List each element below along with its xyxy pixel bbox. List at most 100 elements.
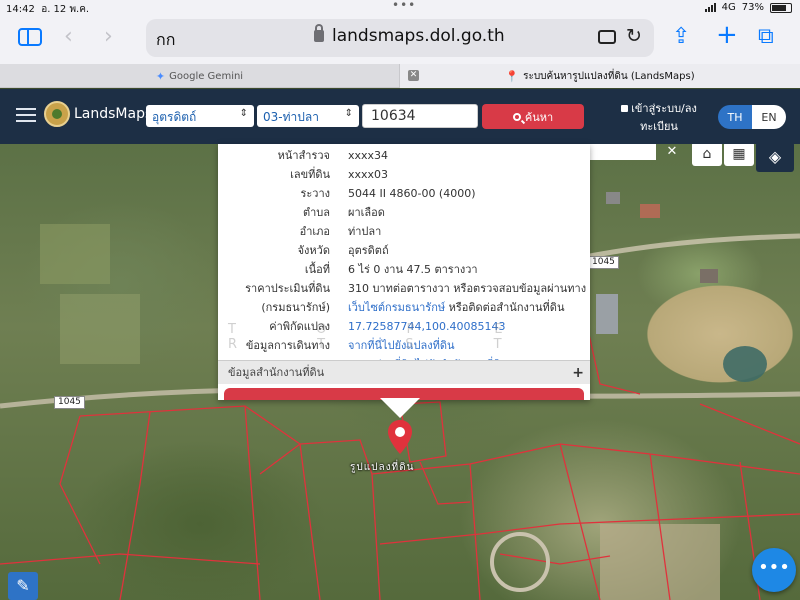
ellipsis-icon[interactable]: ••• bbox=[752, 548, 796, 592]
info-key: ข้อมูลการเดินทาง bbox=[245, 339, 330, 352]
search-icon bbox=[512, 112, 521, 121]
search-label: ค้นหา bbox=[524, 110, 554, 124]
info-value: 6 ไร่ 0 งาน 47.5 ตารางวา bbox=[348, 263, 478, 276]
sidebar-icon[interactable] bbox=[18, 28, 42, 46]
tabs-icon[interactable]: ⧉ bbox=[758, 26, 774, 48]
section-label: ข้อมูลสำนักงานที่ดิน bbox=[228, 366, 325, 379]
info-row: หน้าสำรวจ xxxx34 bbox=[218, 146, 590, 165]
lang-th-button[interactable]: TH bbox=[718, 105, 752, 129]
info-row: ตำบล ผาเลือด bbox=[218, 203, 590, 222]
chevron-updown-icon: ⇕ bbox=[344, 108, 353, 119]
popup-pointer bbox=[380, 398, 420, 418]
info-value: 310 บาทต่อตารางวา หรือตรวจสอบข้อมูลผ่านท… bbox=[348, 282, 587, 295]
chevron-left-icon[interactable]: ‹ bbox=[64, 26, 73, 48]
info-key: เลขที่ดิน bbox=[290, 168, 330, 181]
measure-tool-icon[interactable]: ✎ bbox=[8, 572, 38, 600]
lang-en-button[interactable]: EN bbox=[752, 105, 786, 129]
parcel-info-table: หน้าสำรวจ xxxx34 เลขที่ดิน xxxx03 ระวาง 504… bbox=[218, 146, 590, 374]
tab-google-gemini[interactable]: ✦ Google Gemini bbox=[0, 64, 400, 88]
info-value: อุตรดิตถ์ bbox=[348, 244, 389, 257]
status-bar: 14:42 อ. 12 พ.ค. ••• 4G 73% bbox=[0, 0, 800, 16]
lock-icon bbox=[621, 105, 629, 112]
map-pin-icon[interactable] bbox=[388, 420, 412, 454]
road-number-label: 1045 bbox=[54, 396, 85, 409]
landsmaps-header: LandsMaps อุตรดิตถ์ ⇕ 03-ท่าปลา ⇕ 10634 … bbox=[0, 89, 800, 144]
info-row: อำเภอ ท่าปลา bbox=[218, 222, 590, 241]
info-value: ท่าปลา bbox=[348, 225, 382, 238]
status-time: 14:42 อ. 12 พ.ค. bbox=[6, 4, 90, 15]
info-row: เนื้อที่ 6 ไร่ 0 งาน 47.5 ตารางวา bbox=[218, 260, 590, 279]
info-row: ค่าพิกัดแปลง 17.72587744,100.40085143 bbox=[218, 317, 590, 336]
signal-icon bbox=[704, 3, 716, 12]
reload-icon[interactable]: ↻ bbox=[626, 25, 642, 47]
info-value: 5044 II 4860-00 (4000) bbox=[348, 187, 476, 200]
coordinates-link[interactable]: 17.72587744,100.40085143 bbox=[348, 317, 505, 336]
info-value: ผาเลือด bbox=[348, 206, 385, 219]
info-key: ตำบล bbox=[302, 206, 330, 219]
login-link[interactable]: เข้าสู่ระบบ/ลงทะเบียน bbox=[614, 100, 704, 136]
brand-name: LandsMaps bbox=[74, 106, 153, 122]
layers-icon[interactable]: ◈ bbox=[756, 144, 794, 172]
province-value: อุตรดิตถ์ bbox=[152, 110, 197, 124]
search-button[interactable]: ค้นหา bbox=[482, 104, 584, 129]
district-value: 03-ท่าปลา bbox=[263, 110, 319, 124]
info-value-rest: หรือติดต่อสำนักงานที่ดิน bbox=[445, 301, 565, 314]
info-row: ระวาง 5044 II 4860-00 (4000) bbox=[218, 184, 590, 203]
district-select[interactable]: 03-ท่าปลา ⇕ bbox=[257, 105, 359, 127]
tab-strip: ✦ Google Gemini ✕ 📍 ระบบค้นหารูปแปลงที่ด… bbox=[0, 64, 800, 88]
share-icon[interactable]: ⇪ bbox=[672, 26, 690, 48]
info-key: หน้าสำรวจ bbox=[277, 149, 330, 162]
parcel-label: รูปแปลงที่ดิน bbox=[350, 462, 415, 473]
plus-icon[interactable]: + bbox=[716, 22, 738, 48]
tab-label: Google Gemini bbox=[169, 70, 244, 82]
info-row: ข้อมูลการเดินทาง จากที่นี่ไปยังแปลงที่ดิน bbox=[218, 336, 590, 355]
info-value: xxxx34 bbox=[348, 149, 389, 162]
reader-button[interactable]: กก bbox=[156, 28, 175, 53]
lock-icon bbox=[314, 24, 324, 42]
info-key: ค่าพิกัดแปลง bbox=[269, 320, 330, 333]
info-row: ราคาประเมินที่ดิน 310 บาทต่อตารางวา หรือต… bbox=[218, 279, 590, 298]
info-value: เว็บไซต์กรมธนารักษ์ หรือติดต่อสำนักงานที… bbox=[348, 298, 564, 317]
battery-icon bbox=[770, 2, 792, 13]
login-label: เข้าสู่ระบบ/ลงทะเบียน bbox=[631, 102, 697, 133]
info-value: xxxx03 bbox=[348, 168, 389, 181]
multitasking-dots-icon[interactable]: ••• bbox=[392, 0, 416, 12]
info-row: จังหวัด อุตรดิตถ์ bbox=[218, 241, 590, 260]
info-key: (กรมธนารักษ์) bbox=[261, 301, 330, 314]
close-icon[interactable]: ✕ bbox=[660, 144, 684, 160]
language-toggle[interactable]: TH EN bbox=[718, 105, 786, 129]
parcel-number-input[interactable]: 10634 bbox=[362, 104, 478, 128]
info-row: (กรมธนารักษ์) เว็บไซต์กรมธนารักษ์ หรือติด… bbox=[218, 298, 590, 317]
department-logo bbox=[44, 101, 70, 127]
info-row: เลขที่ดิน xxxx03 bbox=[218, 165, 590, 184]
close-tab-icon[interactable]: ✕ bbox=[408, 70, 419, 81]
chevron-right-icon[interactable]: › bbox=[104, 26, 113, 48]
info-key: อำเภอ bbox=[299, 225, 330, 238]
gemini-icon: ✦ bbox=[155, 69, 166, 83]
network-label: 4G bbox=[721, 2, 736, 13]
address-bar[interactable]: กก landsmaps.dol.go.th ↻ bbox=[146, 19, 654, 57]
road-number-label: 1045 bbox=[588, 256, 619, 269]
info-key: เนื้อที่ bbox=[304, 263, 330, 276]
province-select[interactable]: อุตรดิตถ์ ⇕ bbox=[146, 105, 254, 127]
directions-to-parcel-link[interactable]: จากที่นี่ไปยังแปลงที่ดิน bbox=[348, 336, 454, 355]
chevron-updown-icon: ⇕ bbox=[239, 108, 248, 119]
home-icon[interactable]: ⌂ bbox=[692, 144, 722, 166]
battery-percent: 73% bbox=[741, 2, 764, 13]
parcel-info-popup: หน้าสำรวจ xxxx34 เลขที่ดิน xxxx03 ระวาง 504… bbox=[218, 144, 590, 400]
expand-plus-icon[interactable]: + bbox=[572, 361, 584, 385]
map-pin-icon: 📍 bbox=[505, 69, 520, 83]
tab-label: ระบบค้นหารูปแปลงที่ดิน (LandsMaps) bbox=[523, 70, 695, 82]
treasury-website-link[interactable]: เว็บไซต์กรมธนารักษ์ bbox=[348, 301, 445, 314]
status-right: 4G 73% bbox=[704, 2, 792, 13]
url-text[interactable]: landsmaps.dol.go.th bbox=[332, 26, 505, 46]
extension-icon[interactable] bbox=[598, 30, 616, 44]
safari-toolbar: ‹ › กก landsmaps.dol.go.th ↻ ⇪ + ⧉ bbox=[0, 16, 800, 64]
info-key: จังหวัด bbox=[297, 244, 330, 257]
menu-icon[interactable] bbox=[16, 108, 36, 122]
tab-landsmaps[interactable]: ✕ 📍 ระบบค้นหารูปแปลงที่ดิน (LandsMaps) bbox=[400, 64, 800, 88]
grid-icon[interactable]: ▦ bbox=[724, 144, 754, 166]
land-office-section[interactable]: ข้อมูลสำนักงานที่ดิน + bbox=[218, 360, 590, 384]
info-key: ระวาง bbox=[300, 187, 330, 200]
info-key: ราคาประเมินที่ดิน bbox=[245, 282, 330, 295]
